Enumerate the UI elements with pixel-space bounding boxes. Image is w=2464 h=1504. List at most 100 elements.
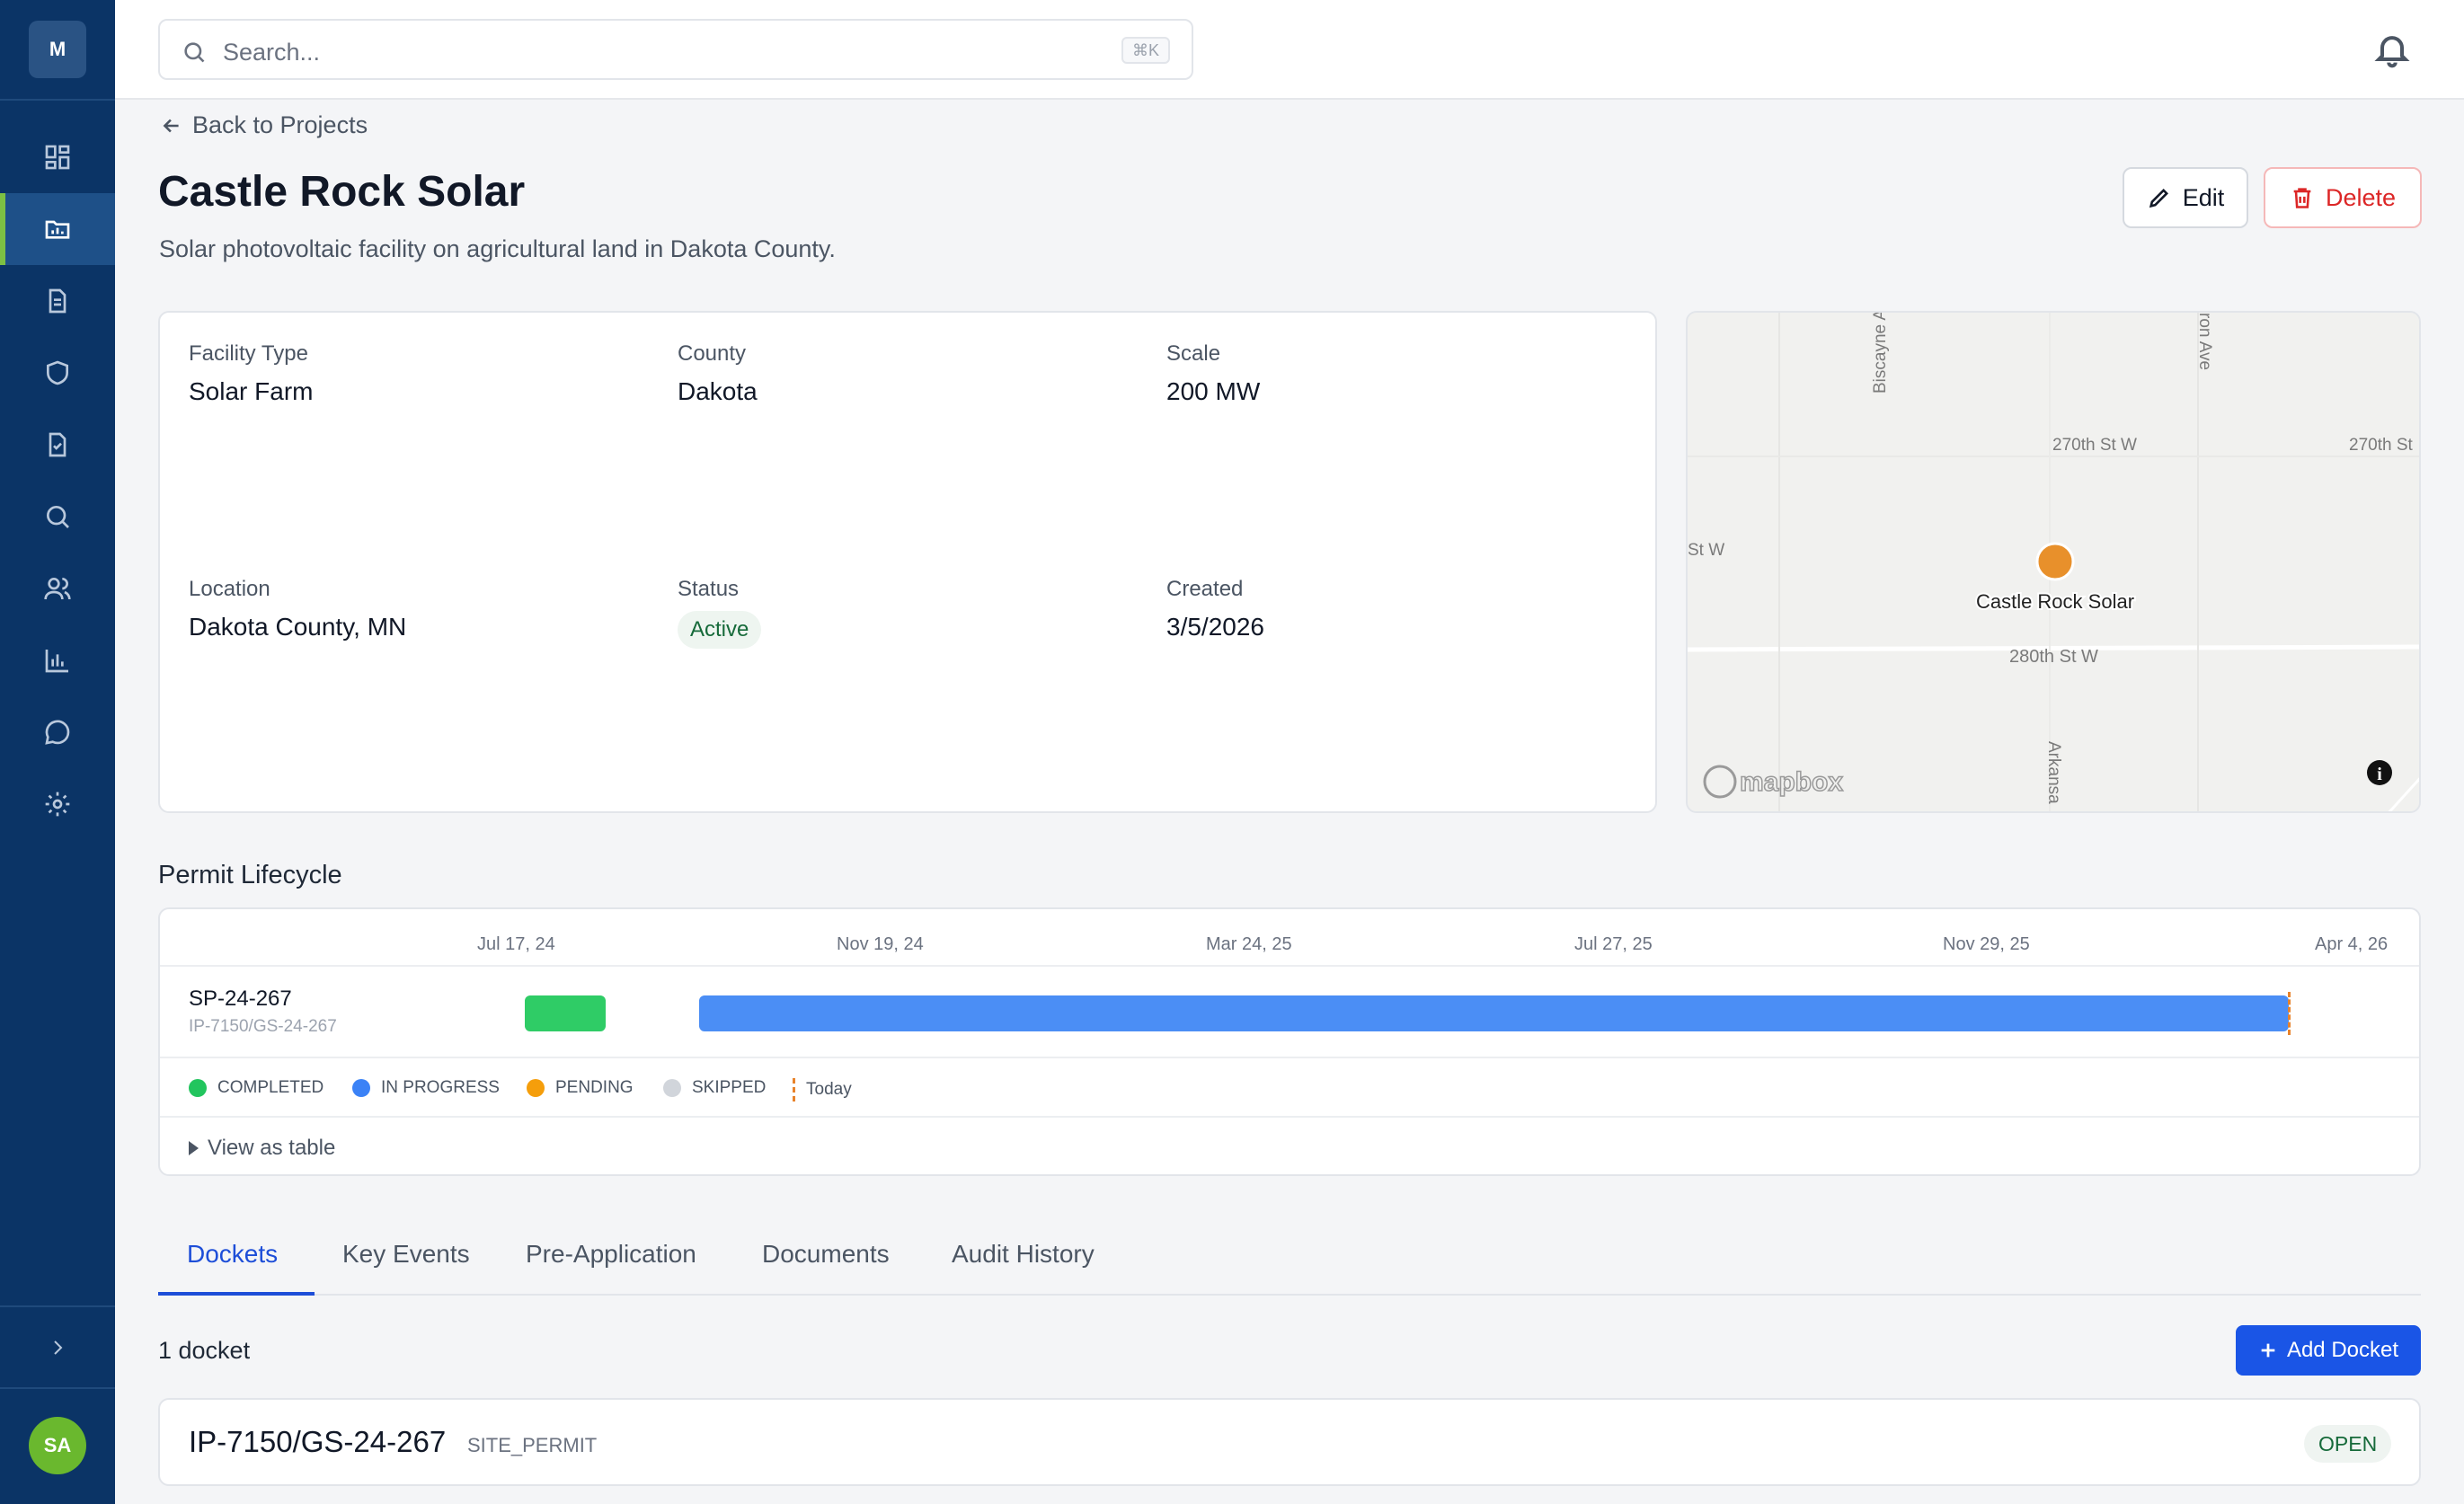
- search-icon: [184, 42, 205, 63]
- chart-icon: [45, 650, 68, 673]
- status-label: Status: [678, 577, 740, 601]
- today-marker: [2287, 992, 2291, 1035]
- legend-label: Today: [806, 1080, 852, 1099]
- created-value: 3/5/2026: [1166, 613, 1264, 641]
- view-table-label: View as table: [208, 1136, 336, 1160]
- sidebar-item-search[interactable]: [0, 481, 115, 553]
- legend-in-progress: IN PROGRESS: [352, 1078, 500, 1098]
- search-shortcut: ⌘K: [1121, 37, 1170, 64]
- sidebar-expand-button[interactable]: [0, 1312, 115, 1384]
- user-avatar[interactable]: SA: [29, 1417, 86, 1474]
- pending-dot-icon: [527, 1079, 545, 1097]
- project-location-marker[interactable]: [2035, 542, 2075, 581]
- sidebar-item-dashboard[interactable]: [0, 121, 115, 193]
- project-map[interactable]: Biscayne A ron Ave 270th St W 270th St S…: [1686, 311, 2421, 813]
- permit-lifecycle-card: Jul 17, 24 Nov 19, 24 Mar 24, 25 Jul 27,…: [158, 907, 2421, 1176]
- add-docket-button[interactable]: Add Docket: [2236, 1325, 2421, 1376]
- timeline-bar-in-progress[interactable]: [699, 995, 2289, 1031]
- project-details-card: Facility Type Solar Farm County Dakota S…: [158, 311, 1657, 813]
- tab-dockets[interactable]: Dockets: [187, 1240, 278, 1269]
- sidebar-divider: [0, 99, 115, 101]
- in-progress-dot-icon: [352, 1079, 370, 1097]
- county-label: County: [678, 341, 747, 366]
- edit-label: Edit: [2182, 183, 2225, 211]
- status-badge: Active: [678, 611, 762, 649]
- legend-skipped: SKIPPED: [663, 1078, 766, 1098]
- document-icon: [49, 288, 66, 314]
- docket-row[interactable]: IP-7150/GS-24-267 SITE_PERMIT OPEN: [158, 1398, 2421, 1486]
- tab-pre-application[interactable]: Pre-Application: [526, 1240, 696, 1269]
- project-tabs: Dockets Key Events Pre-Application Docum…: [158, 1224, 2421, 1296]
- map-canvas[interactable]: Biscayne A ron Ave 270th St W 270th St S…: [1688, 313, 2421, 813]
- axis-tick: Nov 19, 24: [837, 934, 924, 954]
- tab-documents[interactable]: Documents: [762, 1240, 890, 1269]
- chevron-right-icon: [54, 1340, 63, 1355]
- location-value: Dakota County, MN: [189, 613, 407, 641]
- active-tab-indicator: [158, 1292, 315, 1296]
- docket-type: SITE_PERMIT: [467, 1434, 598, 1456]
- docket-count: 1 docket: [158, 1337, 251, 1364]
- plus-icon: [2261, 1343, 2275, 1358]
- sidebar-item-settings[interactable]: [0, 768, 115, 840]
- street-label: Biscayne A: [1871, 313, 1890, 394]
- delete-button[interactable]: Delete: [2264, 167, 2422, 228]
- street-label: 280th St W: [2009, 647, 2098, 667]
- sidebar-divider: [0, 1387, 115, 1389]
- scale-value: 200 MW: [1166, 377, 1261, 405]
- sidebar-item-reports[interactable]: [0, 624, 115, 696]
- sidebar-item-documents[interactable]: [0, 265, 115, 337]
- facility-type-value: Solar Farm: [189, 377, 314, 405]
- mapbox-attribution[interactable]: mapbox: [1739, 766, 1844, 798]
- legend-today: Today: [793, 1078, 852, 1101]
- permit-row-id: SP-24-267: [189, 986, 292, 1011]
- top-header: Search... ⌘K: [115, 0, 2464, 100]
- dashboard-icon: [45, 145, 70, 170]
- back-label: Back to Projects: [192, 111, 368, 138]
- facility-type-label: Facility Type: [189, 341, 308, 366]
- chat-icon: [45, 720, 70, 745]
- legend-label: SKIPPED: [692, 1078, 767, 1097]
- county-value: Dakota: [678, 377, 758, 405]
- today-dash-icon: [793, 1078, 795, 1101]
- arrow-left-icon: [163, 119, 179, 132]
- search-input[interactable]: Search... ⌘K: [158, 19, 1193, 80]
- view-as-table-toggle[interactable]: View as table: [189, 1136, 335, 1161]
- shield-icon: [47, 360, 68, 385]
- bell-icon[interactable]: [2372, 30, 2412, 69]
- info-icon-glyph: i: [2377, 765, 2382, 784]
- sidebar-item-projects[interactable]: [0, 193, 115, 265]
- street-label: Arkansa: [2044, 741, 2063, 804]
- divider: [160, 1057, 2419, 1058]
- search-placeholder: Search...: [223, 39, 321, 66]
- tab-audit-history[interactable]: Audit History: [952, 1240, 1095, 1269]
- trash-icon: [2293, 188, 2311, 208]
- docket-status-badge: OPEN: [2304, 1425, 2392, 1463]
- legend-completed: COMPLETED: [189, 1078, 324, 1098]
- legend-label: COMPLETED: [217, 1078, 324, 1097]
- permit-lifecycle-title: Permit Lifecycle: [158, 861, 342, 889]
- checklist-icon: [49, 432, 66, 457]
- axis-tick: Jul 27, 25: [1574, 934, 1653, 954]
- scale-label: Scale: [1166, 341, 1221, 366]
- sidebar-divider: [0, 1305, 115, 1307]
- sidebar-item-users[interactable]: [0, 553, 115, 624]
- legend-label: IN PROGRESS: [381, 1078, 500, 1097]
- sidebar-item-compliance[interactable]: [0, 337, 115, 409]
- legend-label: PENDING: [555, 1078, 634, 1097]
- sidebar-item-messages[interactable]: [0, 696, 115, 768]
- legend-pending: PENDING: [527, 1078, 634, 1098]
- users-icon: [44, 578, 71, 600]
- page-title: Castle Rock Solar: [158, 168, 526, 216]
- delete-label: Delete: [2325, 183, 2397, 211]
- street-label: ron Ave: [2195, 313, 2214, 370]
- edit-button[interactable]: Edit: [2123, 167, 2248, 228]
- caret-right-icon: [189, 1141, 199, 1155]
- tab-key-events[interactable]: Key Events: [342, 1240, 470, 1269]
- sidebar-item-reviews[interactable]: [0, 409, 115, 481]
- back-to-projects-link[interactable]: Back to Projects: [160, 111, 368, 139]
- org-logo[interactable]: M: [29, 21, 86, 78]
- completed-dot-icon: [189, 1079, 207, 1097]
- permit-row-sub: IP-7150/GS-24-267: [189, 1017, 337, 1036]
- street-label: 270th St W: [2052, 436, 2137, 455]
- timeline-bar-completed[interactable]: [525, 995, 606, 1031]
